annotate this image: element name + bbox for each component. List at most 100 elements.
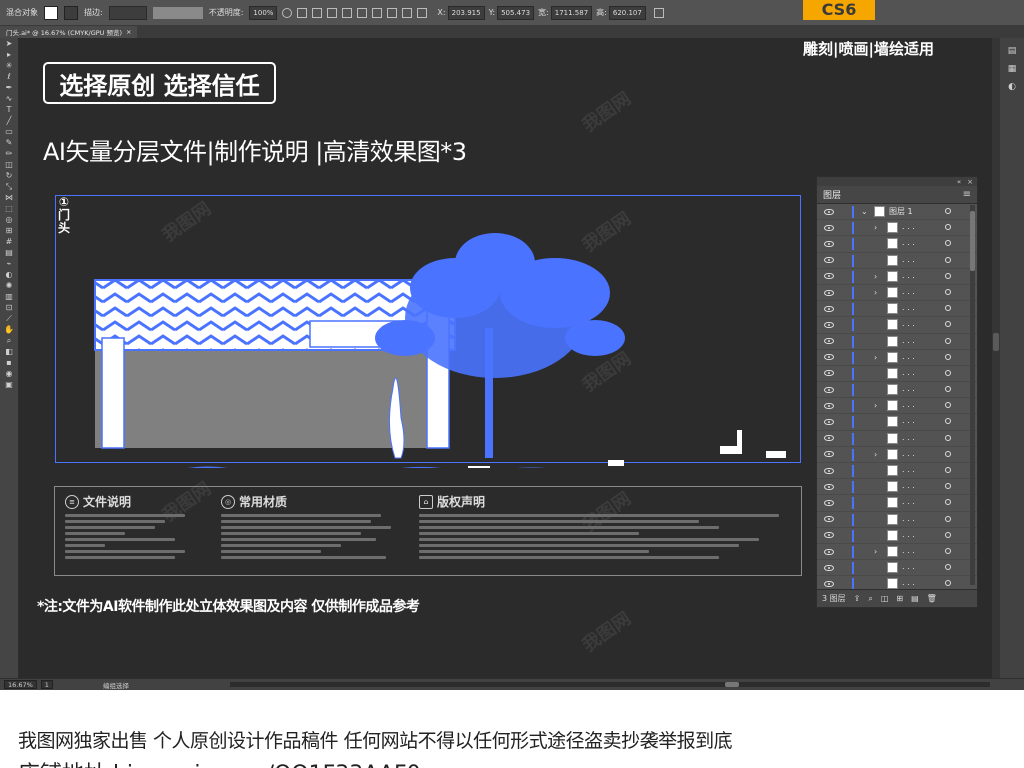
target-circle-icon[interactable] [945, 580, 951, 587]
visibility-eye-icon[interactable] [824, 435, 834, 442]
clipping-mask-icon[interactable]: ◫ [881, 594, 889, 603]
visibility-eye-icon[interactable] [824, 402, 834, 409]
opacity-field[interactable]: 100% [249, 5, 278, 20]
align-left-icon[interactable] [297, 7, 308, 18]
target-circle-icon[interactable] [945, 450, 951, 457]
target-circle-icon[interactable] [945, 288, 951, 295]
align-bottom-icon[interactable] [372, 7, 383, 18]
target-circle-icon[interactable] [945, 369, 951, 376]
visibility-eye-icon[interactable] [824, 548, 834, 555]
locate-object-icon[interactable]: ⌕ [868, 594, 872, 604]
visibility-eye-icon[interactable] [824, 338, 834, 345]
layers-scroll-thumb[interactable] [970, 211, 975, 271]
target-circle-icon[interactable] [945, 564, 951, 571]
horizontal-scroll-thumb[interactable] [725, 682, 739, 687]
y-field[interactable]: 505.473 [497, 5, 535, 20]
visibility-eye-icon[interactable] [824, 224, 834, 231]
sublayer-row[interactable]: . . . [817, 414, 977, 431]
type-tool-icon[interactable]: T [3, 105, 15, 115]
target-circle-icon[interactable] [945, 418, 951, 425]
visibility-eye-icon[interactable] [824, 516, 834, 523]
align-top-icon[interactable] [342, 7, 353, 18]
h-field[interactable]: 620.107 [608, 5, 646, 20]
target-circle-icon[interactable] [945, 224, 951, 231]
stroke-weight-field[interactable] [108, 4, 147, 22]
target-circle-icon[interactable] [945, 256, 951, 263]
curvature-tool-icon[interactable]: ∿ [3, 94, 15, 104]
visibility-eye-icon[interactable] [824, 354, 834, 361]
sublayer-row[interactable]: . . . [817, 382, 977, 399]
target-circle-icon[interactable] [945, 434, 951, 441]
sublayer-row[interactable]: . . . [817, 463, 977, 480]
visibility-eye-icon[interactable] [824, 321, 834, 328]
sublayer-row[interactable]: . . . [817, 236, 977, 253]
rotate-tool-icon[interactable]: ↻ [3, 171, 15, 181]
sublayer-row[interactable]: . . . [817, 560, 977, 577]
visibility-eye-icon[interactable] [824, 451, 834, 458]
target-circle-icon[interactable] [945, 386, 951, 393]
document-canvas[interactable]: 我图网 我图网 我图网 我图网 我图网 我图网 我图网 选择原创 选择信任 AI… [19, 38, 992, 678]
sublayer-row[interactable]: . . . [817, 334, 977, 350]
target-circle-icon[interactable] [945, 499, 951, 506]
target-circle-icon[interactable] [945, 240, 951, 247]
close-panel-icon[interactable]: × [967, 178, 973, 186]
scale-tool-icon[interactable]: ⤡ [3, 182, 15, 192]
sublayer-row[interactable]: › . . . [817, 544, 977, 561]
zoom-tool-icon[interactable]: ⌕ [3, 336, 15, 346]
visibility-eye-icon[interactable] [824, 208, 834, 215]
hand-tool-icon[interactable]: ✋ [3, 325, 15, 335]
sublayer-row[interactable]: . . . [817, 366, 977, 383]
visibility-eye-icon[interactable] [824, 532, 834, 539]
pen-tool-icon[interactable]: ✒ [3, 83, 15, 93]
screen-mode-icon[interactable]: ▣ [3, 380, 15, 390]
visibility-eye-icon[interactable] [824, 564, 834, 571]
canvas-scroll-thumb[interactable] [993, 333, 999, 351]
recolor-icon[interactable] [282, 7, 293, 18]
magic-wand-tool-icon[interactable]: ✳ [3, 61, 15, 71]
visibility-eye-icon[interactable] [824, 580, 834, 587]
align-center-icon[interactable] [312, 7, 323, 18]
expand-chevron-icon[interactable]: › [874, 353, 877, 362]
lasso-tool-icon[interactable]: ℓ [3, 72, 15, 82]
artboard-tool-icon[interactable]: ⊡ [3, 303, 15, 313]
sublayer-row[interactable]: . . . [817, 512, 977, 528]
expand-chevron-icon[interactable]: › [874, 401, 877, 410]
distribute-h-icon[interactable] [402, 7, 413, 18]
expand-chevron-icon[interactable]: ⌄ [861, 207, 868, 216]
fill-stroke-swatch-icon[interactable]: ◧ [3, 347, 15, 357]
new-layer-icon[interactable]: ▤ [911, 594, 919, 603]
delete-layer-icon[interactable]: 🗑 [927, 594, 937, 603]
storefront-artwork[interactable] [55, 208, 805, 468]
panel-menu-icon[interactable]: ≡ [963, 189, 971, 200]
sublayer-row[interactable]: . . . [817, 317, 977, 334]
eraser-tool-icon[interactable]: ◫ [3, 160, 15, 170]
w-field[interactable]: 1711.587 [550, 5, 593, 20]
visibility-eye-icon[interactable] [824, 467, 834, 474]
sublayer-row[interactable]: . . . [817, 479, 977, 496]
shape-builder-tool-icon[interactable]: ◎ [3, 215, 15, 225]
paintbrush-tool-icon[interactable]: ✎ [3, 138, 15, 148]
sublayer-row[interactable]: › . . . [817, 447, 977, 463]
target-circle-icon[interactable] [945, 515, 951, 522]
target-circle-icon[interactable] [945, 353, 951, 360]
direct-selection-tool-icon[interactable]: ▸ [3, 50, 15, 60]
horizontal-scrollbar[interactable] [230, 682, 990, 687]
draw-mode-icon[interactable]: ◉ [3, 369, 15, 379]
color-icon[interactable]: ◐ [1005, 82, 1019, 92]
column-graph-tool-icon[interactable]: ▥ [3, 292, 15, 302]
expand-chevron-icon[interactable]: › [874, 547, 877, 556]
visibility-eye-icon[interactable] [824, 386, 834, 393]
free-transform-tool-icon[interactable]: ⬚ [3, 204, 15, 214]
layer-row[interactable]: ⌄ 图层 1 [817, 204, 977, 221]
canvas-vertical-scrollbar[interactable] [992, 38, 1000, 678]
expand-chevron-icon[interactable]: › [874, 450, 877, 459]
stroke-swatch[interactable] [64, 4, 78, 22]
zoom-field[interactable]: 16.67% [4, 680, 37, 689]
blend-tool-icon[interactable]: ◐ [3, 270, 15, 280]
sublayer-row[interactable]: › . . . [817, 220, 977, 237]
sublayer-row[interactable]: . . . [817, 495, 977, 512]
pencil-tool-icon[interactable]: ✏ [3, 149, 15, 159]
expand-chevron-icon[interactable]: › [874, 223, 877, 232]
sublayer-row[interactable]: › . . . [817, 269, 977, 285]
perspective-grid-tool-icon[interactable]: ⊞ [3, 226, 15, 236]
